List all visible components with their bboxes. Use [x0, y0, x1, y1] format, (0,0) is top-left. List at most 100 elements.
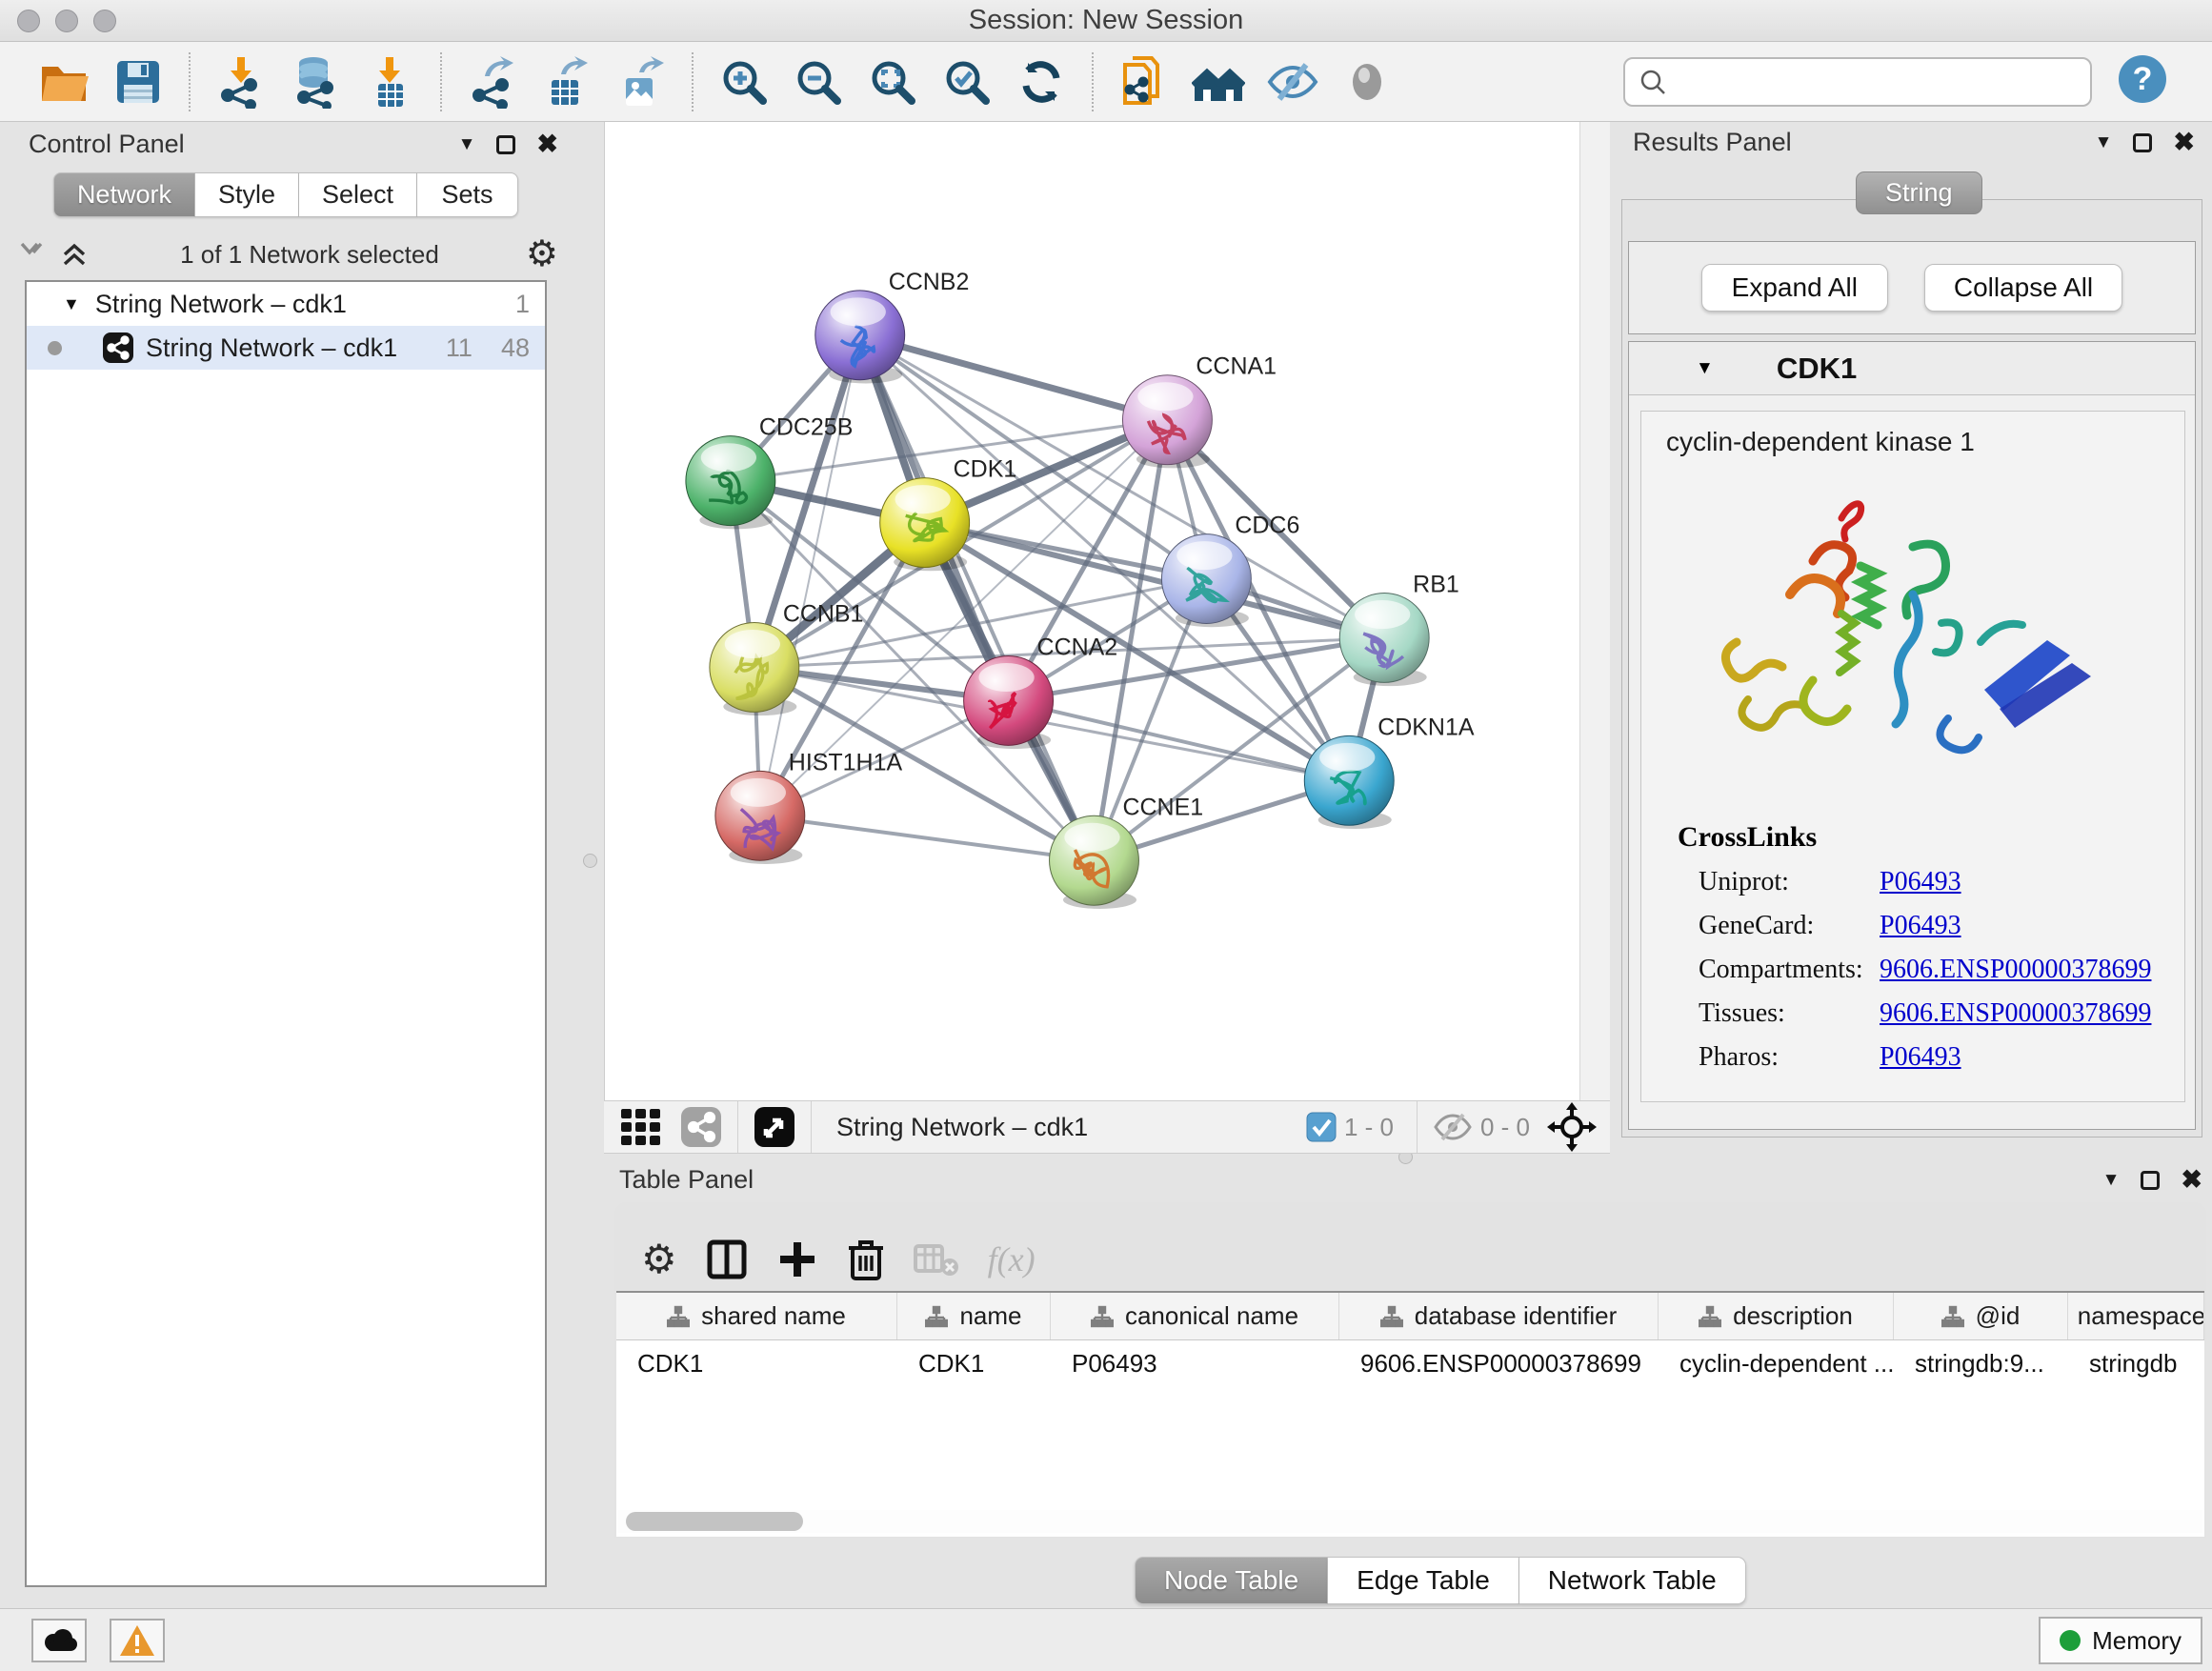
crosslink-link[interactable]: 9606.ENSP00000378699: [1880, 955, 2151, 985]
network-node-CCNB2[interactable]: CCNB2: [815, 269, 970, 384]
network-collection-row[interactable]: ▼ String Network – cdk1 1: [27, 282, 545, 326]
toolbar-separator: [1092, 52, 1094, 111]
collection-count: 1: [515, 290, 530, 319]
zoom-in-button[interactable]: [716, 54, 772, 110]
zoom-out-button[interactable]: [791, 54, 846, 110]
tab-select[interactable]: Select: [299, 172, 417, 217]
column-header[interactable]: namespace: [2068, 1293, 2204, 1339]
node-label: RB1: [1413, 572, 1459, 598]
memory-button[interactable]: Memory: [2039, 1617, 2202, 1664]
close-panel-icon[interactable]: ✖: [2173, 130, 2195, 155]
import-network-file-icon: [214, 55, 268, 109]
export-image-button[interactable]: [613, 54, 669, 110]
column-type-icon: [1699, 1305, 1721, 1328]
zoom-selected-button[interactable]: [939, 54, 995, 110]
cloud-button[interactable]: [31, 1619, 87, 1662]
network-canvas[interactable]: CCNB2CCNA1CDC25BCDK1CDC6RB1CCNB1CCNA2CDK…: [605, 122, 1579, 1100]
tab-network-table[interactable]: Network Table: [1519, 1557, 1746, 1604]
crosslink-link[interactable]: P06493: [1880, 867, 1961, 897]
zoom-out-icon: [792, 55, 845, 109]
tab-edge-table[interactable]: Edge Table: [1328, 1557, 1519, 1604]
network-node-CCNB1[interactable]: CCNB1: [710, 600, 864, 715]
collection-expander-icon[interactable]: ▼: [63, 294, 80, 314]
import-network-database-button[interactable]: [288, 54, 343, 110]
tab-node-table[interactable]: Node Table: [1135, 1557, 1328, 1604]
gene-expander-icon[interactable]: ▼: [1696, 358, 1714, 379]
crosslink-label: Uniprot:: [1678, 867, 1880, 897]
memory-status-dot: [2060, 1630, 2081, 1651]
export-network-button[interactable]: [465, 54, 520, 110]
expand-all-button[interactable]: Expand All: [1701, 264, 1888, 312]
crosslink-link[interactable]: 9606.ENSP00000378699: [1880, 998, 2151, 1029]
network-type-share-icon[interactable]: [680, 1106, 722, 1148]
crosslink-link[interactable]: P06493: [1880, 911, 1961, 941]
panel-menu-icon[interactable]: ▼: [458, 135, 476, 153]
delete-column-trash-icon[interactable]: [847, 1237, 885, 1282]
table-row[interactable]: CDK1 CDK1 P06493 9606.ENSP00000378699 cy…: [616, 1340, 2204, 1386]
cell-id: stringdb:9...: [1894, 1340, 2068, 1386]
float-panel-icon[interactable]: [2133, 133, 2152, 152]
column-header[interactable]: @id: [1894, 1293, 2068, 1339]
search-input[interactable]: [1667, 63, 2077, 101]
tab-sets[interactable]: Sets: [417, 172, 518, 217]
left-splitter-handle[interactable]: [583, 854, 597, 868]
panel-menu-icon[interactable]: ▼: [2095, 133, 2113, 151]
add-column-icon[interactable]: [776, 1237, 818, 1282]
network-node-CDKN1A[interactable]: CDKN1A: [1304, 714, 1475, 829]
show-columns-icon[interactable]: [706, 1237, 748, 1282]
memory-label: Memory: [2092, 1626, 2182, 1656]
column-header[interactable]: database identifier: [1339, 1293, 1659, 1339]
tab-network[interactable]: Network: [53, 172, 195, 217]
import-network-file-button[interactable]: [213, 54, 269, 110]
node-label: CCNA1: [1196, 353, 1277, 380]
column-header[interactable]: description: [1659, 1293, 1894, 1339]
zoom-fit-button[interactable]: [865, 54, 920, 110]
network-node-HIST1H1A[interactable]: HIST1H1A: [715, 749, 903, 864]
crosslinks-section: CrossLinks Uniprot: P06493 GeneCard: P06…: [1678, 821, 2151, 1073]
gene-card-header[interactable]: ▼ CDK1: [1629, 342, 2195, 395]
results-tab-string[interactable]: String: [1856, 171, 1982, 214]
network-node-CCNA1[interactable]: CCNA1: [1122, 353, 1277, 469]
collapse-all-icon[interactable]: [17, 239, 51, 270]
column-header[interactable]: shared name: [616, 1293, 897, 1339]
import-table-button[interactable]: [362, 54, 417, 110]
crosslinks-title: CrossLinks: [1678, 821, 2151, 854]
cloud-icon: [40, 1627, 78, 1654]
network-selection-summary: 1 of 1 Network selected: [93, 240, 526, 270]
network-node-RB1[interactable]: RB1: [1339, 572, 1459, 687]
horizontal-scrollbar[interactable]: [618, 1510, 2202, 1533]
crosslink-link[interactable]: P06493: [1880, 1042, 1961, 1073]
birdseye-grid-icon[interactable]: [619, 1105, 663, 1149]
float-panel-icon[interactable]: [496, 135, 515, 154]
float-panel-icon[interactable]: [2141, 1171, 2160, 1190]
close-panel-icon[interactable]: ✖: [536, 131, 558, 157]
panel-menu-icon[interactable]: ▼: [2102, 1171, 2121, 1189]
network-node-CDK1[interactable]: CDK1: [880, 456, 1017, 572]
open-session-button[interactable]: [36, 54, 91, 110]
expand-all-icon[interactable]: [59, 239, 93, 270]
selected-checkbox-icon[interactable]: [1306, 1112, 1337, 1142]
houses-button[interactable]: [1191, 54, 1246, 110]
collapse-all-button[interactable]: Collapse All: [1924, 264, 2122, 312]
tab-style[interactable]: Style: [195, 172, 299, 217]
network-row[interactable]: String Network – cdk1 11 48: [27, 326, 545, 370]
table-options-gear-icon[interactable]: ⚙: [641, 1239, 677, 1279]
open-in-window-icon[interactable]: [754, 1106, 795, 1148]
column-header[interactable]: canonical name: [1051, 1293, 1339, 1339]
save-session-button[interactable]: [111, 54, 166, 110]
hide-selected-button[interactable]: [1265, 54, 1320, 110]
network-options-gear-icon[interactable]: ⚙: [526, 236, 558, 272]
warnings-button[interactable]: [110, 1619, 165, 1662]
refresh-button[interactable]: [1014, 54, 1069, 110]
hidden-eye-slash-icon[interactable]: [1433, 1111, 1473, 1143]
help-button[interactable]: ?: [2117, 53, 2168, 110]
network-from-selection-button[interactable]: [1116, 54, 1172, 110]
close-panel-icon[interactable]: ✖: [2181, 1167, 2202, 1193]
results-panel-title: Results Panel: [1633, 128, 1792, 157]
show-eye-button[interactable]: [1339, 54, 1395, 110]
toolbar-separator: [811, 1101, 812, 1153]
export-table-button[interactable]: [539, 54, 594, 110]
pan-crosshair-icon[interactable]: [1547, 1102, 1597, 1152]
scrollbar-thumb[interactable]: [626, 1512, 803, 1531]
column-header[interactable]: name: [897, 1293, 1051, 1339]
